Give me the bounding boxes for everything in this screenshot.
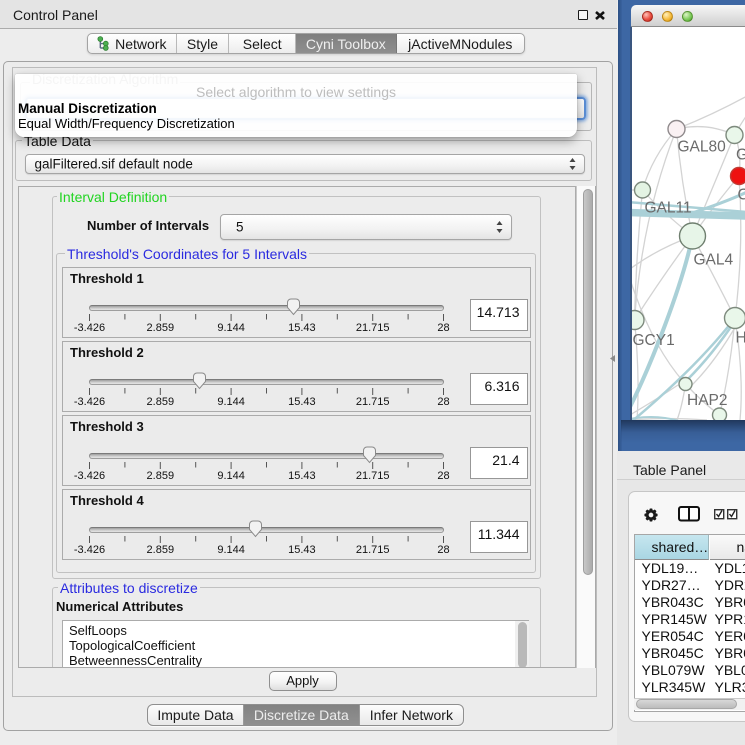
- svg-text:H: H: [736, 330, 745, 347]
- svg-text:GAL11: GAL11: [645, 200, 692, 217]
- svg-text:GCY1: GCY1: [633, 332, 675, 349]
- svg-text:GAL80: GAL80: [678, 139, 727, 156]
- svg-text:GAL4: GAL4: [694, 252, 734, 269]
- svg-text:GA: GA: [736, 147, 745, 164]
- svg-text:HAP2: HAP2: [687, 392, 728, 409]
- svg-text:C: C: [738, 187, 745, 204]
